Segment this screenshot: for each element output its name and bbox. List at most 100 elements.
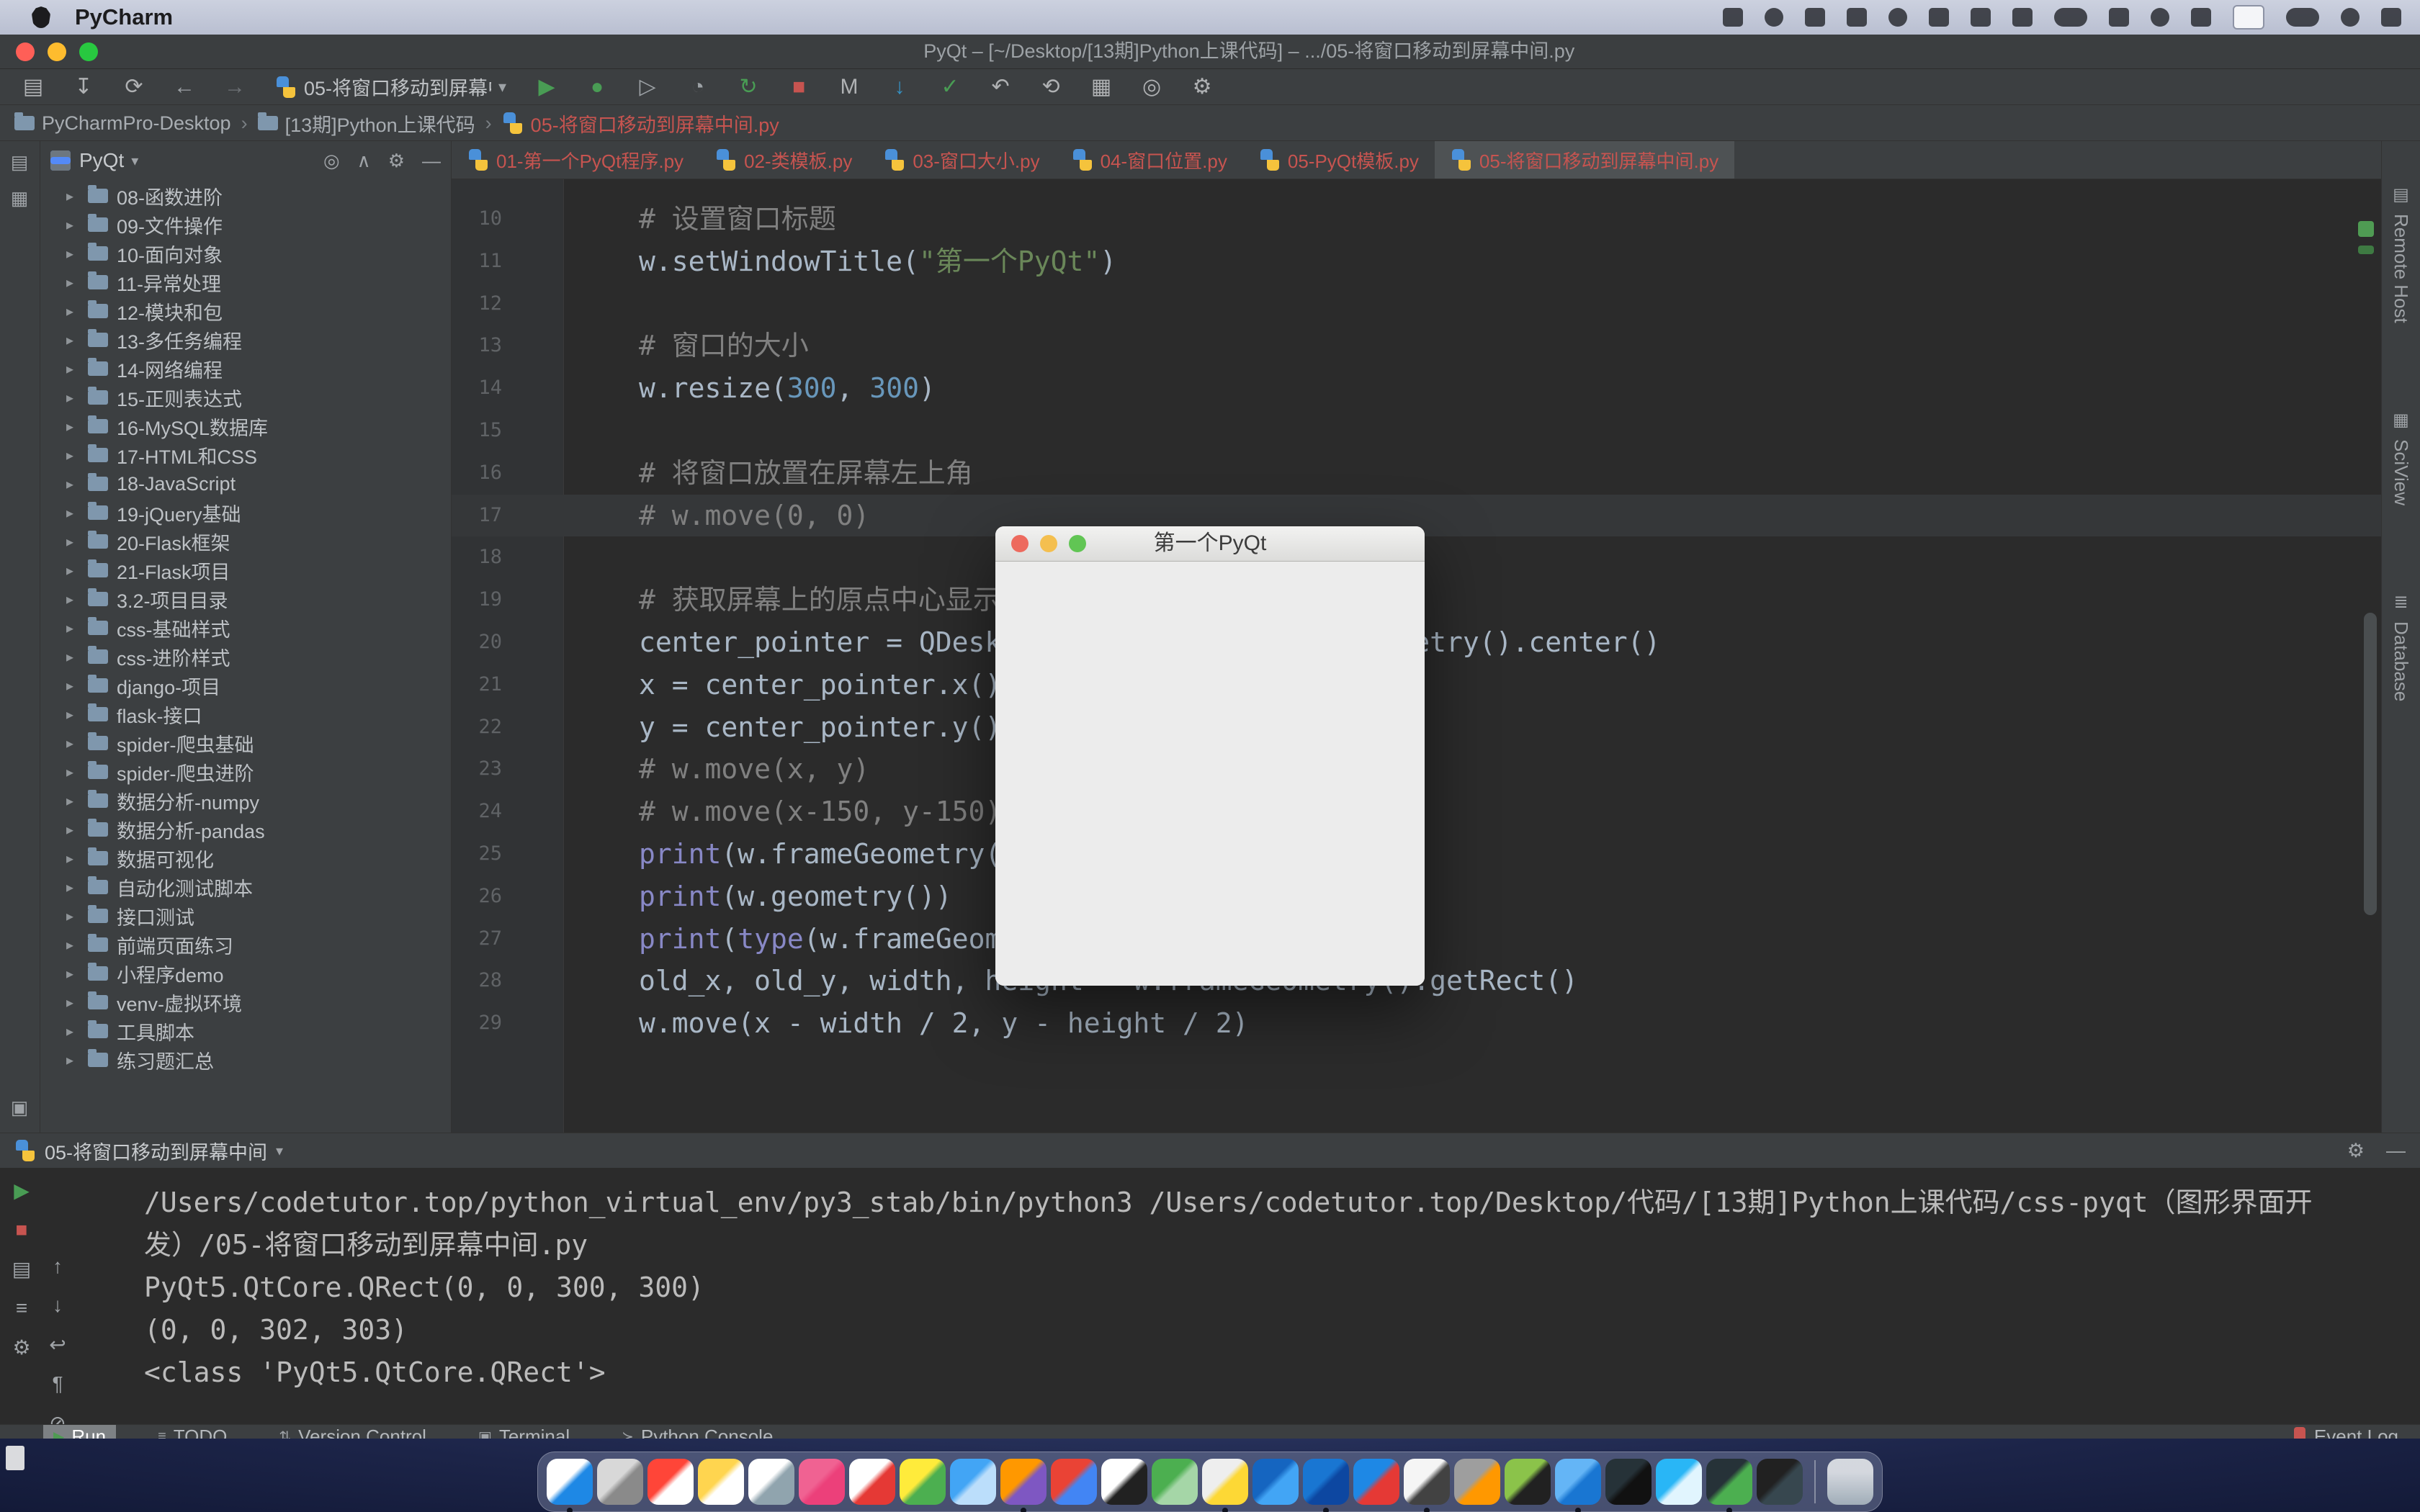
expand-arrow-icon[interactable]: ▸ bbox=[66, 1051, 88, 1069]
expand-arrow-icon[interactable]: ▸ bbox=[66, 562, 88, 580]
rerun-icon[interactable]: ▶ bbox=[14, 1179, 30, 1202]
project-tree-item[interactable]: ▸14-网络编程 bbox=[40, 354, 451, 383]
project-tree-item[interactable]: ▸小程序demo bbox=[40, 959, 451, 988]
dock-icon-terminal[interactable] bbox=[1757, 1459, 1803, 1505]
close-button[interactable] bbox=[16, 42, 35, 61]
expand-arrow-icon[interactable]: ▸ bbox=[66, 878, 88, 896]
save-all-icon[interactable]: ↧ bbox=[69, 74, 98, 99]
code-line[interactable]: 13# 窗口的大小 bbox=[452, 325, 2381, 367]
project-tree-item[interactable]: ▸数据分析-numpy bbox=[40, 786, 451, 815]
expand-arrow-icon[interactable]: ▸ bbox=[66, 360, 88, 378]
expand-arrow-icon[interactable]: ▸ bbox=[66, 619, 88, 637]
expand-arrow-icon[interactable]: ▸ bbox=[66, 792, 88, 810]
vcs-commit-icon[interactable]: ✓ bbox=[936, 74, 964, 99]
rollback-icon[interactable]: ↶ bbox=[986, 74, 1015, 99]
dock-icon-music[interactable] bbox=[799, 1459, 845, 1505]
pin-icon[interactable]: ≡ bbox=[16, 1297, 27, 1320]
collapse-all-icon[interactable]: ∧ bbox=[357, 150, 371, 172]
dock-icon-dingtalk[interactable] bbox=[1303, 1459, 1349, 1505]
dock-icon-wechat[interactable] bbox=[1152, 1459, 1198, 1505]
project-tree-item[interactable]: ▸css-进阶样式 bbox=[40, 642, 451, 671]
soft-wrap-icon[interactable]: ↩ bbox=[49, 1333, 66, 1356]
down-stack-icon[interactable]: ↓ bbox=[53, 1294, 63, 1317]
diff-icon[interactable]: ▦ bbox=[1087, 74, 1116, 99]
locate-icon[interactable]: ◎ bbox=[323, 150, 340, 172]
expand-arrow-icon[interactable]: ▸ bbox=[66, 216, 88, 234]
dock-icon-firefox[interactable] bbox=[1000, 1459, 1047, 1505]
dock-icon-finder[interactable] bbox=[547, 1459, 593, 1505]
vcs-update-icon[interactable]: ↓ bbox=[885, 75, 914, 99]
display-icon[interactable] bbox=[1847, 8, 1867, 27]
expand-arrow-icon[interactable]: ▸ bbox=[66, 245, 88, 263]
ide-title-bar[interactable]: PyQt – [~/Desktop/[13期]Python上课代码] – ...… bbox=[0, 35, 2420, 69]
settings-icon[interactable]: ⚙ bbox=[1188, 74, 1216, 99]
expand-arrow-icon[interactable]: ▸ bbox=[66, 418, 88, 436]
project-tree-item[interactable]: ▸3.2-项目目录 bbox=[40, 585, 451, 613]
project-tree-item[interactable]: ▸自动化测试脚本 bbox=[40, 873, 451, 901]
dock-icon-chrome[interactable] bbox=[1051, 1459, 1097, 1505]
code-line[interactable]: 16# 将窗口放置在屏幕左上角 bbox=[452, 452, 2381, 495]
keyboard-brightness-icon[interactable] bbox=[1929, 8, 1949, 27]
expand-arrow-icon[interactable]: ▸ bbox=[66, 331, 88, 349]
dock-icon-system-preferences[interactable] bbox=[597, 1459, 643, 1505]
settings-icon[interactable]: ⚙ bbox=[12, 1336, 30, 1359]
run-config-dropdown[interactable]: 05-将窗口移动到屏幕中间▾ bbox=[275, 73, 506, 101]
search-everywhere-icon[interactable]: ◎ bbox=[1137, 74, 1166, 99]
expand-arrow-icon[interactable]: ▸ bbox=[66, 590, 88, 608]
project-tree-item[interactable]: ▸10-面向对象 bbox=[40, 239, 451, 268]
sync-icon[interactable]: ⟳ bbox=[120, 74, 148, 99]
expand-arrow-icon[interactable]: ▸ bbox=[66, 994, 88, 1012]
dock-icon-mail[interactable] bbox=[748, 1459, 794, 1505]
restore-layout-icon[interactable]: ▤ bbox=[12, 1257, 31, 1281]
dock-icon-qq[interactable] bbox=[1101, 1459, 1147, 1505]
expand-arrow-icon[interactable]: ▸ bbox=[66, 389, 88, 407]
expand-arrow-icon[interactable]: ▸ bbox=[66, 734, 88, 752]
code-line[interactable]: 15 bbox=[452, 410, 2381, 452]
chevron-down-icon[interactable]: ▾ bbox=[131, 152, 138, 170]
expand-arrow-icon[interactable]: ▸ bbox=[66, 706, 88, 724]
stop-icon[interactable]: ■ bbox=[784, 75, 813, 99]
input-method-icon[interactable] bbox=[2233, 5, 2264, 30]
dock-icon-dictionary[interactable] bbox=[849, 1459, 895, 1505]
expand-arrow-icon[interactable]: ▸ bbox=[66, 907, 88, 925]
expand-arrow-icon[interactable]: ▸ bbox=[66, 1022, 88, 1040]
expand-arrow-icon[interactable]: ▸ bbox=[66, 187, 88, 205]
editor-scrollbar[interactable] bbox=[2364, 613, 2377, 915]
project-tree-item[interactable]: ▸11-异常处理 bbox=[40, 268, 451, 297]
expand-arrow-icon[interactable]: ▸ bbox=[66, 446, 88, 464]
dock-icon-word[interactable] bbox=[1252, 1459, 1299, 1505]
project-tree-item[interactable]: ▸19-jQuery基础 bbox=[40, 498, 451, 527]
expand-arrow-icon[interactable]: ▸ bbox=[66, 763, 88, 781]
dock-icon-evernote[interactable] bbox=[1454, 1459, 1500, 1505]
expand-arrow-icon[interactable]: ▸ bbox=[66, 965, 88, 983]
project-tree-item[interactable]: ▸venv-虚拟环境 bbox=[40, 988, 451, 1017]
project-view-title[interactable]: PyQt bbox=[79, 149, 124, 172]
project-tree-item[interactable]: ▸django-项目 bbox=[40, 671, 451, 700]
project-tree-item[interactable]: ▸09-文件操作 bbox=[40, 210, 451, 239]
structure-stripe-icon[interactable]: ▦ bbox=[9, 187, 30, 209]
code-line[interactable]: 29w.move(x - width / 2, y - height / 2) bbox=[452, 1002, 2381, 1045]
expand-arrow-icon[interactable]: ▸ bbox=[66, 274, 88, 292]
rerun-icon[interactable]: ↻ bbox=[734, 74, 763, 99]
fan-control-icon[interactable] bbox=[1765, 8, 1783, 27]
expand-arrow-icon[interactable]: ▸ bbox=[66, 475, 88, 493]
minimize-button[interactable] bbox=[48, 42, 66, 61]
breadcrumb-item[interactable]: 05-将窗口移动到屏幕中间.py bbox=[502, 109, 779, 138]
wifi-icon[interactable] bbox=[2109, 8, 2129, 27]
code-line[interactable]: 12 bbox=[452, 283, 2381, 325]
bartender-icon[interactable] bbox=[1723, 8, 1743, 27]
expand-arrow-icon[interactable]: ▸ bbox=[66, 821, 88, 839]
dock-icon-jike[interactable] bbox=[1505, 1459, 1551, 1505]
expand-arrow-icon[interactable]: ▸ bbox=[66, 302, 88, 320]
dock-icon-mindnode[interactable] bbox=[900, 1459, 946, 1505]
project-tree-item[interactable]: ▸数据分析-pandas bbox=[40, 815, 451, 844]
project-tree-item[interactable]: ▸13-多任务编程 bbox=[40, 325, 451, 354]
active-app-name[interactable]: PyCharm bbox=[75, 4, 173, 30]
profiler-icon[interactable]: ◔ bbox=[684, 75, 712, 99]
dock-icon-trash[interactable] bbox=[1827, 1459, 1873, 1505]
siri-icon[interactable] bbox=[2341, 8, 2360, 27]
zoom-button[interactable] bbox=[79, 42, 98, 61]
run-icon[interactable]: ▶ bbox=[532, 74, 561, 99]
dock-icon-docker[interactable] bbox=[1656, 1459, 1702, 1505]
editor-tab[interactable]: 01-第一个PyQt程序.py bbox=[452, 141, 699, 179]
